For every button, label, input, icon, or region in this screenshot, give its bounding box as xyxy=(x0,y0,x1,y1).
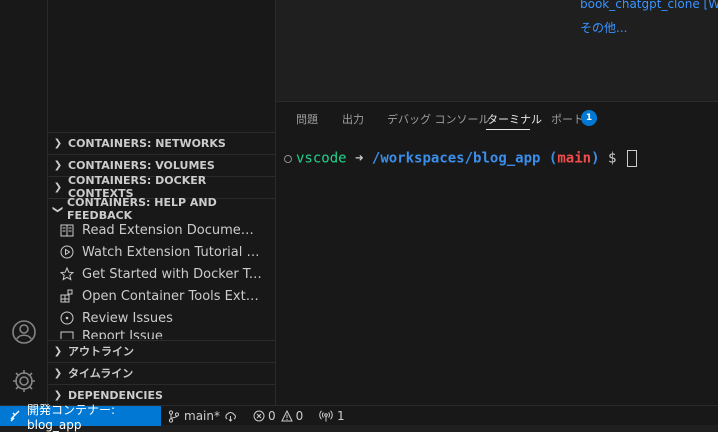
tab-ports[interactable]: ポート xyxy=(551,111,584,127)
problems-status[interactable]: 0 0 xyxy=(253,406,303,426)
chevron-right-icon: ❯ xyxy=(53,181,63,193)
git-branch-icon xyxy=(168,409,180,423)
section-outline[interactable]: ❯ アウトライン xyxy=(48,340,275,361)
play-circle-icon xyxy=(59,244,75,260)
more-link[interactable]: その他... xyxy=(580,19,627,36)
broadcast-icon xyxy=(319,410,333,422)
section-label: CONTAINERS: NETWORKS xyxy=(68,136,226,150)
terminal-branch-close: ) xyxy=(591,150,600,167)
terminal-cursor xyxy=(626,150,637,167)
terminal-branch: main xyxy=(557,150,592,167)
bottom-panel: 問題 出力 デバッグ コンソール ターミナル ポート 1 vscode ➜ /w… xyxy=(276,101,718,406)
section-label: アウトライン xyxy=(68,345,134,358)
git-branch-status[interactable]: main* xyxy=(168,406,220,426)
chevron-right-icon: ❯ xyxy=(53,137,63,149)
accounts-icon[interactable] xyxy=(10,318,38,346)
help-item-label: Get Started with Docker Tutorial xyxy=(82,266,262,282)
terminal-prompt-line[interactable]: vscode ➜ /workspaces/blog_app (main) $ xyxy=(284,150,637,167)
warning-count: 0 xyxy=(295,409,304,423)
section-containers-volumes[interactable]: ❯ CONTAINERS: VOLUMES xyxy=(48,154,275,175)
terminal-prompt-symbol: $ xyxy=(607,150,617,167)
help-item-report-issue[interactable]: Report Issue xyxy=(48,329,275,339)
status-bar: 開発コンテナー: blog_app main* 0 0 1 xyxy=(0,403,718,432)
help-item-open-extension[interactable]: Open Container Tools Extension xyxy=(48,285,275,307)
issues-icon xyxy=(59,310,75,326)
comment-icon xyxy=(59,329,75,339)
tab-output[interactable]: 出力 xyxy=(342,111,364,127)
help-item-read-docs[interactable]: Read Extension Documentation xyxy=(48,219,275,241)
section-timeline[interactable]: ❯ タイムライン xyxy=(48,362,275,383)
forwarded-ports-status[interactable]: 1 xyxy=(319,406,345,426)
chevron-right-icon: ❯ xyxy=(53,389,63,401)
chevron-right-icon: ❯ xyxy=(53,367,63,379)
ports-count: 1 xyxy=(337,409,345,423)
section-containers-networks[interactable]: ❯ CONTAINERS: NETWORKS xyxy=(48,132,275,153)
help-item-watch-videos[interactable]: Watch Extension Tutorial Videos xyxy=(48,241,275,263)
star-icon xyxy=(59,266,75,282)
terminal-user: vscode xyxy=(296,150,347,167)
help-item-review-issues[interactable]: Review Issues xyxy=(48,307,275,329)
section-containers-docker-contexts[interactable]: ❯ CONTAINERS: DOCKER CONTEXTS xyxy=(48,174,275,200)
git-branch-label: main* xyxy=(184,409,220,423)
help-item-label: Watch Extension Tutorial Videos xyxy=(82,244,262,260)
chevron-right-icon: ❯ xyxy=(53,159,63,171)
chevron-down-icon: ❯ xyxy=(52,204,64,214)
activity-bar xyxy=(0,0,48,405)
editor-area: book_chatgpt_clone [WS その他... xyxy=(276,0,718,101)
sidebar: ❯ CONTAINERS: NETWORKS ❯ CONTAINERS: VOL… xyxy=(48,0,276,405)
error-icon xyxy=(253,410,265,422)
tab-debug-console[interactable]: デバッグ コンソール xyxy=(387,111,490,127)
book-icon xyxy=(59,222,75,238)
help-item-label: Open Container Tools Extension xyxy=(82,288,262,304)
manage-gear-icon[interactable] xyxy=(10,367,38,395)
error-count: 0 xyxy=(268,409,276,423)
terminal-arrow: ➜ xyxy=(355,150,364,167)
chevron-right-icon: ❯ xyxy=(53,345,63,357)
sync-changes-icon[interactable] xyxy=(224,406,237,426)
help-item-label: Read Extension Documentation xyxy=(82,222,262,238)
tab-problems[interactable]: 問題 xyxy=(296,111,318,127)
section-label: タイムライン xyxy=(68,367,134,380)
recent-workspace-link[interactable]: book_chatgpt_clone [WS xyxy=(580,0,718,11)
help-item-get-started[interactable]: Get Started with Docker Tutorial xyxy=(48,263,275,285)
help-item-label: Review Issues xyxy=(82,310,173,326)
remote-icon xyxy=(9,410,21,422)
remote-indicator[interactable]: 開発コンテナー: blog_app xyxy=(0,403,161,432)
tab-terminal[interactable]: ターミナル xyxy=(487,111,542,127)
section-label: CONTAINERS: VOLUMES xyxy=(68,158,215,172)
ports-count-badge: 1 xyxy=(581,110,597,126)
remote-label: 開発コンテナー: blog_app xyxy=(27,402,116,432)
help-item-label: Report Issue xyxy=(82,329,163,339)
extensions-icon xyxy=(59,288,75,304)
section-containers-help-and-feedback[interactable]: ❯ CONTAINERS: HELP AND FEEDBACK xyxy=(48,196,275,222)
command-decoration-icon xyxy=(284,154,292,163)
warning-icon xyxy=(280,410,293,422)
panel-tabs: 問題 出力 デバッグ コンソール ターミナル ポート 1 xyxy=(276,102,718,136)
terminal-path: /workspaces/blog_app xyxy=(371,150,541,167)
active-tab-indicator xyxy=(486,129,530,130)
